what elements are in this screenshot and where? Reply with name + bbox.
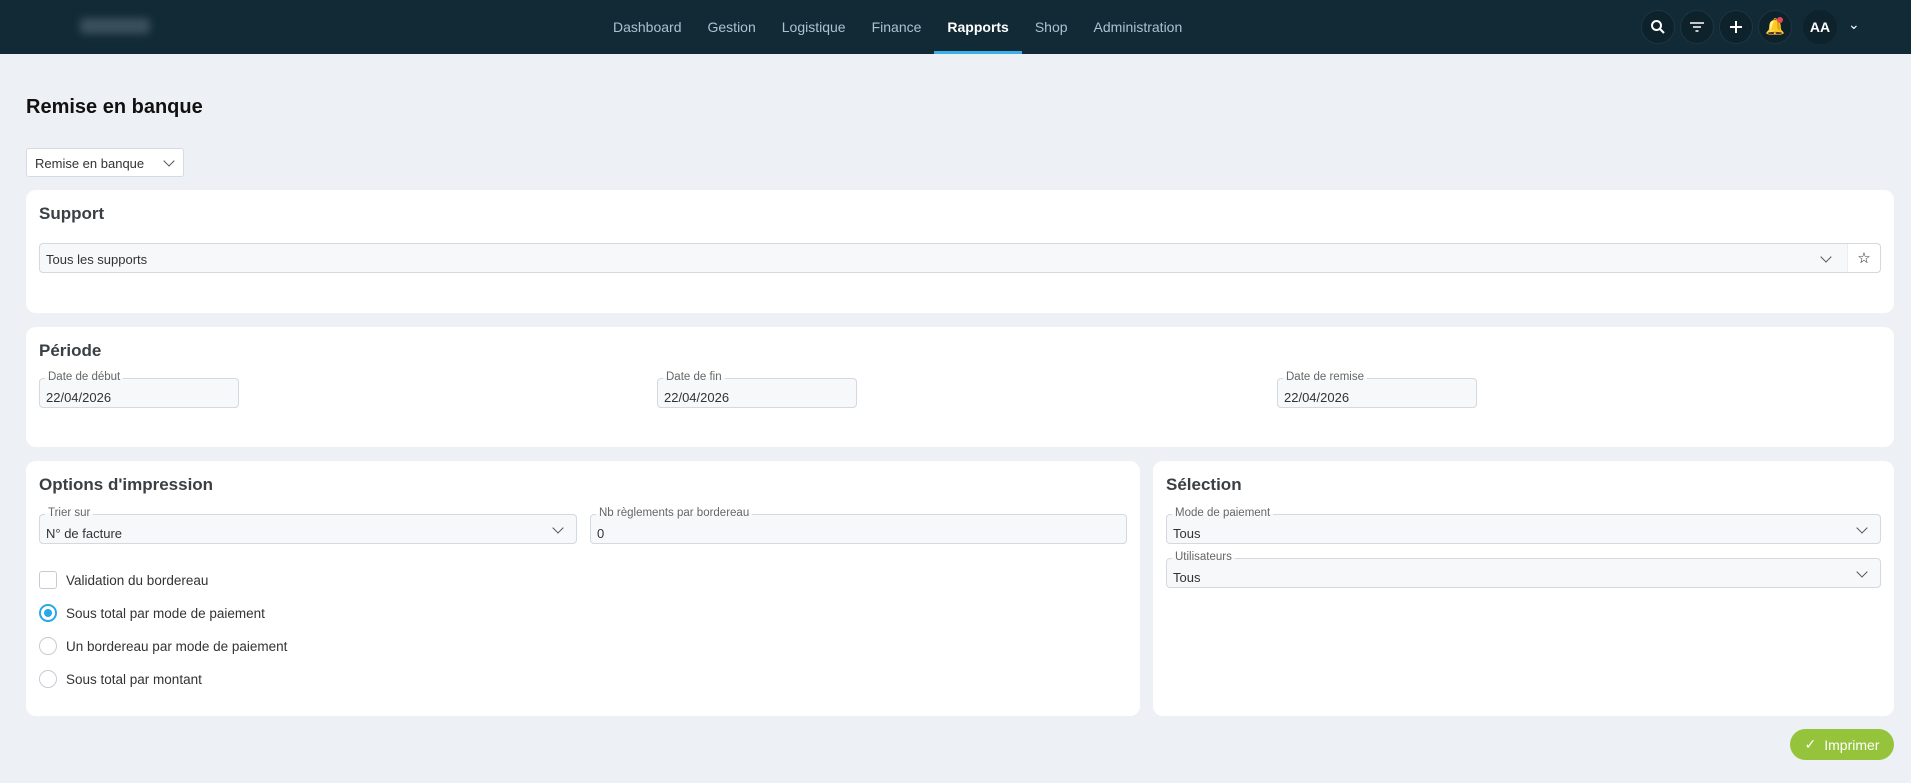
nb-reglements-field[interactable]: Nb règlements par bordereau 0 [590,507,1127,544]
bell-icon[interactable]: 🔔 [1758,10,1792,44]
nb-reglements-value: 0 [597,526,605,541]
sort-label: Trier sur [45,507,94,519]
checkbox[interactable] [39,571,57,589]
nav-administration[interactable]: Administration [1081,0,1196,54]
chevron-down-icon [1856,522,1868,534]
end-date-field[interactable]: Date de fin 22/04/2026 [657,371,857,408]
filter-icon[interactable] [1680,10,1714,44]
print-button[interactable]: ✓ Imprimer [1790,729,1894,760]
payment-mode-select[interactable]: Mode de paiement Tous [1166,507,1881,544]
chevron-down-icon[interactable]: ⌄ [1848,16,1860,33]
top-header: Dashboard Gestion Logistique Finance Rap… [0,0,1911,54]
payment-mode-value: Tous [1173,526,1201,541]
nb-reglements-label: Nb règlements par bordereau [596,507,753,519]
nav-finance[interactable]: Finance [859,0,935,54]
search-icon[interactable] [1641,10,1675,44]
support-select[interactable]: Tous les supports ☆ [39,243,1881,273]
payment-mode-label: Mode de paiement [1172,507,1274,519]
options-card: Options d'impression Trier sur N° de fact… [26,461,1140,716]
periode-card: Période Date de début 22/04/2026 Date de … [26,327,1894,447]
end-date-value: 22/04/2026 [664,390,730,405]
report-select[interactable]: Remise en banque [26,148,184,177]
avatar[interactable]: AA [1803,10,1837,44]
validation-checkbox[interactable]: Validation du bordereau [39,571,208,589]
chevron-down-icon [1856,566,1868,578]
sort-value: N° de facture [46,526,123,541]
sort-select[interactable]: Trier sur N° de facture [39,507,577,544]
radio-label: Sous total par mode de paiement [66,605,265,621]
nav-shop[interactable]: Shop [1022,0,1081,54]
notification-dot [1777,17,1783,23]
users-select[interactable]: Utilisateurs Tous [1166,551,1881,588]
support-value: Tous les supports [46,252,148,267]
selection-card: Sélection Mode de paiement Tous Utilisate… [1153,461,1894,716]
print-label: Imprimer [1824,736,1880,753]
start-date-label: Date de début [45,371,124,383]
remise-date-value: 22/04/2026 [1284,390,1350,405]
start-date-value: 22/04/2026 [46,390,112,405]
remise-date-field[interactable]: Date de remise 22/04/2026 [1277,371,1477,408]
chevron-down-icon [552,522,564,534]
page-title: Remise en banque [26,96,203,118]
nav-dashboard[interactable]: Dashboard [600,0,695,54]
nav-rapports[interactable]: Rapports [934,0,1023,54]
support-card: Support Tous les supports ☆ [26,190,1894,313]
radio-button[interactable] [39,670,57,688]
nav-logistique[interactable]: Logistique [769,0,859,54]
remise-date-label: Date de remise [1283,371,1367,383]
radio-sous-total-mode[interactable]: Sous total par mode de paiement [39,604,265,622]
support-title: Support [39,204,105,223]
star-icon[interactable]: ☆ [1847,244,1880,272]
options-title: Options d'impression [39,475,214,494]
checkbox-label: Validation du bordereau [66,572,209,588]
radio-button[interactable] [39,637,57,655]
plus-icon[interactable] [1719,10,1753,44]
radio-label: Sous total par montant [66,671,202,687]
users-value: Tous [1173,570,1201,585]
radio-sous-total-montant[interactable]: Sous total par montant [39,670,202,688]
main-nav: Dashboard Gestion Logistique Finance Rap… [600,0,1195,54]
report-select-value: Remise en banque [35,156,145,171]
end-date-label: Date de fin [663,371,725,383]
users-label: Utilisateurs [1172,551,1235,563]
logo[interactable] [80,18,150,34]
radio-button[interactable] [39,604,57,622]
chevron-down-icon [163,155,175,167]
radio-bordereau-mode[interactable]: Un bordereau par mode de paiement [39,637,287,655]
selection-title: Sélection [1166,475,1242,494]
check-icon: ✓ [1804,736,1817,752]
radio-label: Un bordereau par mode de paiement [66,638,288,654]
nav-gestion[interactable]: Gestion [695,0,769,54]
periode-title: Période [39,341,102,360]
start-date-field[interactable]: Date de début 22/04/2026 [39,371,239,408]
chevron-down-icon [1820,251,1832,263]
